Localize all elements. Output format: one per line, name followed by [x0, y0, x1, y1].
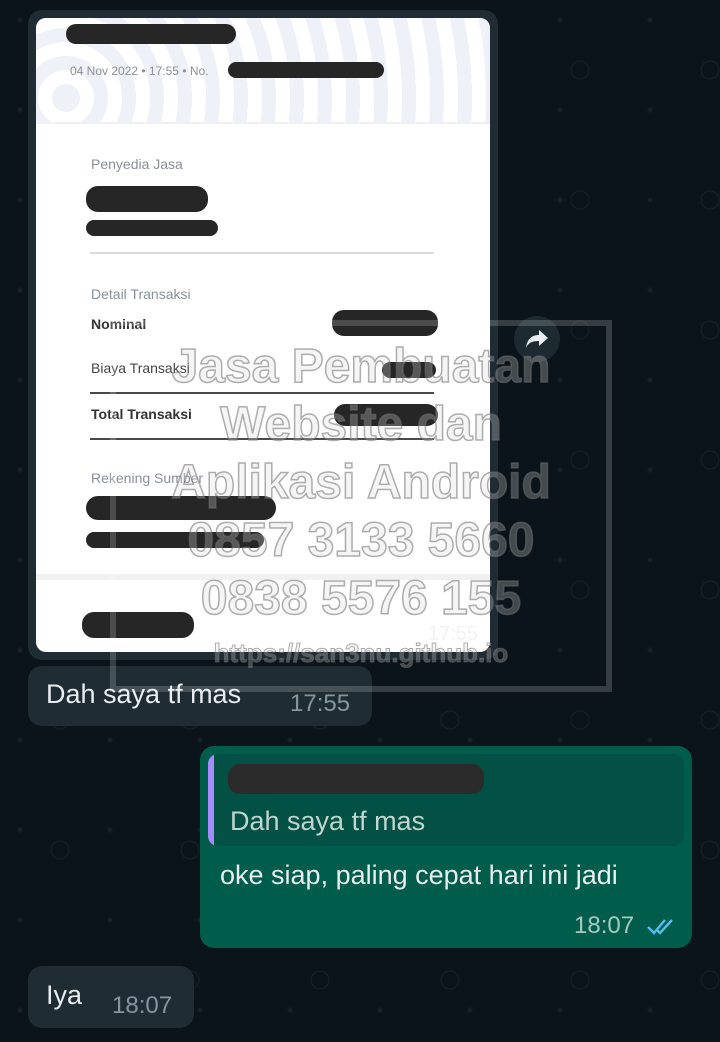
redacted-provider-name — [86, 186, 208, 212]
quoted-message[interactable]: Dah saya tf mas — [208, 754, 684, 846]
incoming-message[interactable]: Dah saya tf mas 17:55 — [28, 666, 372, 726]
forward-icon — [526, 330, 548, 348]
redacted-provider-detail — [86, 220, 218, 236]
redacted-title — [66, 24, 236, 44]
divider — [90, 392, 434, 394]
forward-button[interactable] — [514, 316, 560, 362]
receipt-date-line: 04 Nov 2022 • 17:55 • No. — [70, 64, 209, 78]
message-text: Iya — [46, 980, 83, 1010]
image-message[interactable]: 04 Nov 2022 • 17:55 • No. Penyedia Jasa … — [28, 10, 498, 660]
incoming-message[interactable]: Iya 18:07 — [28, 966, 194, 1028]
redacted-account — [86, 496, 276, 520]
message-time: 18:07 — [574, 912, 635, 939]
redacted-number — [228, 62, 384, 78]
message-time: 18:07 — [112, 992, 173, 1019]
message-time: 17:55 — [290, 690, 351, 717]
quote-accent-bar — [208, 754, 214, 846]
redacted-account-detail — [86, 532, 264, 548]
quoted-text: Dah saya tf mas — [230, 806, 426, 836]
image-timestamp: 17:55 — [427, 623, 478, 645]
total-label: Total Transaksi — [91, 406, 192, 422]
fee-label: Biaya Transaksi — [91, 360, 190, 376]
receipt-header: 04 Nov 2022 • 17:55 • No. — [36, 18, 490, 124]
receipt-image: 04 Nov 2022 • 17:55 • No. Penyedia Jasa … — [36, 18, 490, 652]
redacted-fee — [382, 362, 436, 378]
message-text: Dah saya tf mas — [46, 679, 242, 709]
provider-label: Penyedia Jasa — [91, 156, 183, 172]
redacted-total — [334, 404, 438, 426]
redacted-nominal — [332, 310, 438, 336]
nominal-label: Nominal — [91, 316, 147, 332]
section-separator — [36, 574, 490, 580]
redacted-footer — [82, 612, 194, 638]
outgoing-message[interactable]: Dah saya tf mas oke siap, paling cepat h… — [200, 746, 692, 948]
source-label: Rekening Sumber — [91, 470, 204, 486]
detail-label: Detail Transaksi — [91, 286, 191, 302]
divider — [90, 438, 434, 440]
divider — [90, 252, 434, 254]
redacted-quoted-sender — [228, 764, 484, 794]
message-text: oke siap, paling cepat hari ini jadi — [220, 860, 618, 890]
double-check-read-icon — [647, 919, 673, 935]
